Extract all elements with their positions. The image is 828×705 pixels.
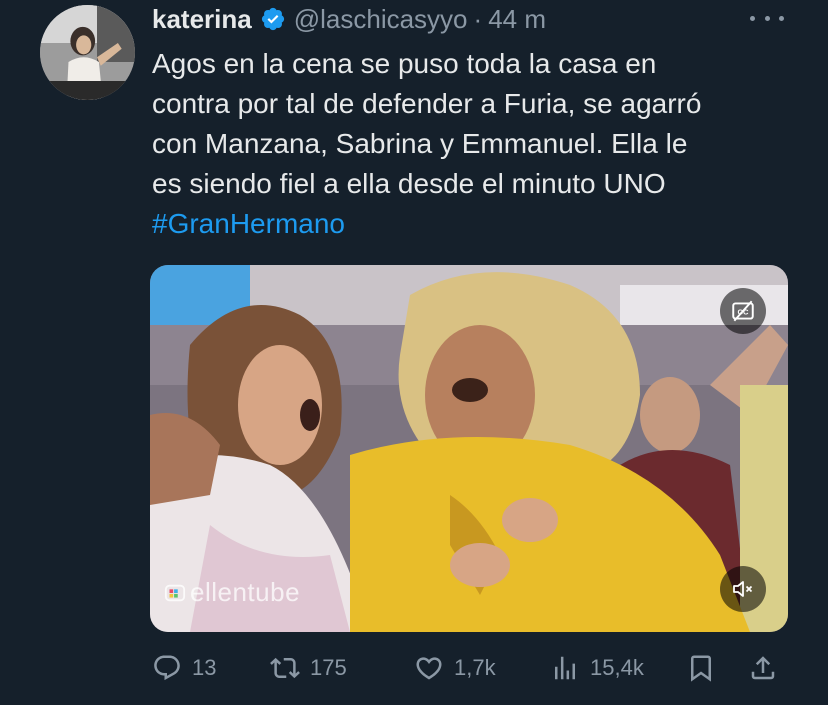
tweet-text-line: Agos en la cena se puso toda la casa en (152, 48, 657, 79)
tweet-text-line: es siendo fiel a ella desde el minuto UN… (152, 168, 666, 199)
tweet-text: Agos en la cena se puso toda la casa en … (152, 44, 802, 244)
bookmark-icon (691, 655, 711, 682)
more-options-icon[interactable] (750, 8, 784, 28)
reply-button[interactable]: 13 (152, 648, 216, 688)
mute-button[interactable] (720, 566, 766, 612)
author-handle[interactable]: @laschicasyyo (294, 4, 468, 35)
retweet-icon (270, 657, 300, 679)
tweet-actions: 13 175 1,7k 15,4k (152, 648, 792, 688)
tweet-text-line: contra por tal de defender a Furia, se a… (152, 88, 702, 119)
share-button[interactable] (748, 648, 778, 688)
reply-icon (154, 655, 180, 681)
bookmark-button[interactable] (686, 648, 716, 688)
video-player[interactable]: CC ellentube (150, 265, 788, 632)
reply-count: 13 (192, 655, 217, 680)
timestamp[interactable]: 44 m (488, 4, 546, 35)
verified-badge-icon (261, 7, 284, 31)
retweet-count: 175 (310, 655, 347, 680)
avatar[interactable] (40, 5, 135, 100)
tweet-header: katerina @laschicasyyo · 44 m (152, 2, 788, 36)
captions-off-icon: CC (732, 300, 754, 322)
watermark-text: ellentube (190, 577, 301, 607)
share-icon (751, 656, 775, 680)
like-button[interactable]: 1,7k (414, 648, 496, 688)
ellentube-logo-icon (164, 584, 186, 601)
views-button[interactable]: 15,4k (550, 648, 644, 688)
view-count: 15,4k (590, 655, 644, 680)
author-display-name[interactable]: katerina (152, 4, 252, 35)
ellentube-watermark: ellentube (164, 577, 300, 608)
retweet-button[interactable]: 175 (270, 648, 347, 688)
separator-dot: · (473, 3, 483, 34)
speaker-muted-icon (733, 581, 753, 597)
heart-icon (416, 657, 442, 680)
tweet-text-line: con Manzana, Sabrina y Emmanuel. Ella le (152, 128, 688, 159)
hashtag-link[interactable]: #GranHermano (152, 208, 345, 239)
captions-button[interactable]: CC (720, 288, 766, 334)
like-count: 1,7k (454, 655, 496, 680)
views-chart-icon (555, 656, 575, 680)
